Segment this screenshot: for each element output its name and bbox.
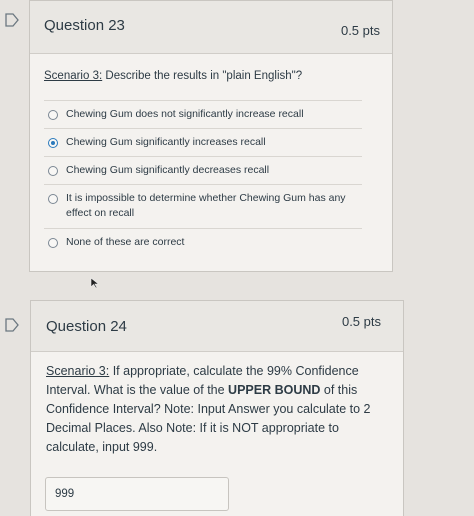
question-23-title: Question 23 bbox=[44, 17, 125, 34]
prompt-bold-text: UPPER BOUND bbox=[228, 383, 321, 397]
radio-button[interactable] bbox=[48, 194, 58, 204]
question-24-title: Question 24 bbox=[46, 318, 127, 335]
question-23-card: Question 23 0.5 pts Scenario 3: Describe… bbox=[29, 0, 393, 272]
question-23-prompt: Scenario 3: Describe the results in "pla… bbox=[44, 68, 364, 84]
question-24-header: Question 24 0.5 pts bbox=[31, 301, 403, 352]
radio-button-selected[interactable] bbox=[48, 138, 58, 148]
answer-option-label: Chewing Gum does not significantly incre… bbox=[66, 108, 304, 120]
answer-option-1[interactable]: Chewing Gum does not significantly incre… bbox=[44, 100, 362, 129]
question-23-points: 0.5 pts bbox=[340, 23, 380, 38]
question-23-header: Question 23 0.5 pts bbox=[30, 1, 392, 54]
answer-option-4[interactable]: It is impossible to determine whether Ch… bbox=[44, 184, 362, 229]
answer-option-5[interactable]: None of these are correct bbox=[44, 228, 362, 257]
answer-option-label: None of these are correct bbox=[66, 236, 185, 248]
mouse-cursor-icon bbox=[90, 276, 100, 294]
flag-question-24-icon[interactable] bbox=[4, 317, 20, 333]
radio-button[interactable] bbox=[48, 166, 58, 176]
question-24-points: 0.5 pts bbox=[341, 314, 381, 329]
answer-input-value: 999 bbox=[55, 488, 75, 500]
radio-button[interactable] bbox=[48, 110, 58, 120]
prompt-text: Describe the results in "plain English"? bbox=[102, 70, 303, 82]
scenario-label: Scenario 3: bbox=[44, 70, 103, 82]
scenario-label: Scenario 3: bbox=[46, 364, 110, 378]
question-24-card: Question 24 0.5 pts Scenario 3: If appro… bbox=[30, 300, 404, 516]
answer-option-label: Chewing Gum significantly increases reca… bbox=[66, 136, 266, 148]
answer-option-2[interactable]: Chewing Gum significantly increases reca… bbox=[44, 128, 362, 157]
answer-input[interactable]: 999 bbox=[45, 477, 229, 511]
answer-option-label: It is impossible to determine whether Ch… bbox=[66, 192, 346, 219]
radio-button[interactable] bbox=[48, 238, 58, 248]
answer-option-label: Chewing Gum significantly decreases reca… bbox=[66, 164, 270, 176]
answer-option-3[interactable]: Chewing Gum significantly decreases reca… bbox=[44, 156, 362, 185]
flag-question-23-icon[interactable] bbox=[4, 12, 20, 28]
question-24-prompt: Scenario 3: If appropriate, calculate th… bbox=[46, 362, 371, 457]
